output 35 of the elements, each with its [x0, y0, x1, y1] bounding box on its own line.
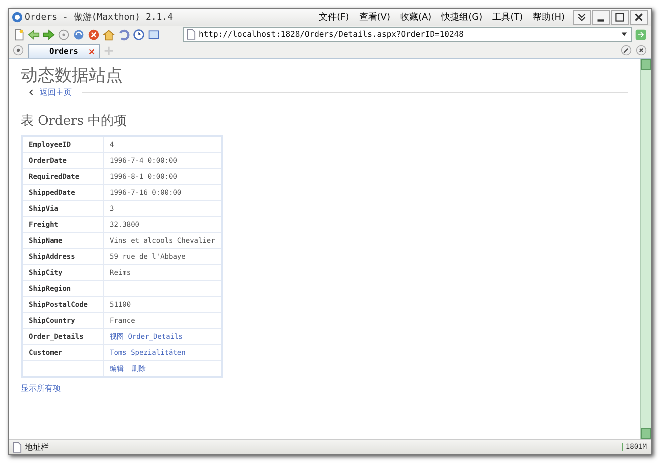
browser-tab[interactable]: Orders — [28, 44, 100, 58]
menu-item[interactable]: 帮助(H) — [533, 11, 565, 24]
back-icon[interactable] — [28, 28, 40, 40]
minimize-icon[interactable] — [592, 10, 610, 25]
scrollbar[interactable] — [640, 59, 651, 439]
undo-icon[interactable] — [118, 28, 130, 40]
stop-icon[interactable] — [58, 28, 70, 40]
menu-item[interactable]: 文件(F) — [319, 11, 350, 24]
menu-item[interactable]: 快捷组(G) — [442, 11, 483, 24]
address-field[interactable]: http://localhost:1828/Orders/Details.aspx?OrderID=10248 — [183, 27, 632, 42]
page-icon — [187, 29, 196, 40]
home-icon[interactable] — [103, 28, 115, 40]
menu-item[interactable]: 工具(T) — [492, 11, 524, 24]
new-page-icon[interactable] — [13, 28, 25, 40]
window-title: Orders - 傲游(Maxthon) 2.1.4 — [25, 12, 174, 24]
site-title: 动态数据站点 — [21, 65, 124, 87]
window-icon[interactable] — [148, 28, 160, 40]
dropdown-arrow-icon[interactable] — [621, 31, 628, 38]
chevron-icon[interactable] — [573, 10, 591, 25]
back-link[interactable]: 返回主页 — [40, 87, 72, 98]
go-icon[interactable] — [635, 28, 647, 40]
status-text: 地址栏 — [25, 442, 49, 452]
close-icon[interactable] — [630, 10, 648, 25]
menu-item[interactable]: 查看(V) — [359, 11, 390, 24]
close-icon[interactable] — [636, 45, 647, 56]
browser-logo-icon — [12, 12, 23, 23]
tab-close-icon[interactable] — [89, 49, 95, 55]
chevron-icon — [29, 89, 34, 96]
page-icon — [13, 442, 22, 452]
forward-icon[interactable] — [43, 28, 55, 40]
show-all-link[interactable]: 显示所有项 — [21, 383, 628, 394]
clock-icon[interactable] — [133, 28, 145, 40]
menu-item[interactable]: 收藏(A) — [400, 11, 432, 24]
maximize-icon[interactable] — [611, 10, 629, 25]
page-heading: 表 Orders 中的项 — [21, 113, 128, 130]
